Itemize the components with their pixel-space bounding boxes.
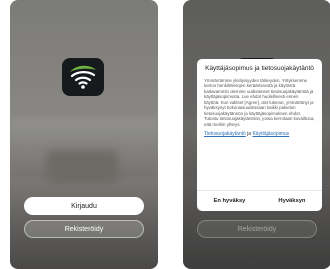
dialog-links: Tietosuojakäytäntö ja Käyttäjäsopimus (204, 131, 315, 137)
login-screen: Kirjaudu Rekisteröidy (10, 0, 158, 269)
wifi-icon (70, 65, 96, 89)
register-button: Rekisteröidy (197, 220, 317, 238)
privacy-policy-link[interactable]: Tietosuojakäytäntö (204, 131, 246, 137)
agreement-dialog: Käyttäjäsopimus ja tietosuojakäytäntö Ym… (197, 59, 322, 211)
dialog-actions: En hyväksy Hyväksyn (197, 190, 322, 211)
wifi-leaf-app-icon (62, 58, 104, 96)
user-agreement-link[interactable]: Käyttäjäsopimus (252, 131, 289, 137)
dialog-title: Käyttäjäsopimus ja tietosuojakäytäntö (205, 65, 314, 72)
agreement-screen: Rekisteröidy Käyttäjäsopimus ja tietosuo… (183, 0, 330, 269)
login-button[interactable]: Kirjaudu (24, 197, 144, 215)
decline-button[interactable]: En hyväksy (214, 198, 246, 204)
accept-button[interactable]: Hyväksyn (278, 198, 305, 204)
background-photo-detail (46, 150, 118, 184)
register-button[interactable]: Rekisteröidy (24, 220, 144, 238)
dialog-body: Ymmärrämme yksityisyyden tärkeyden. Yrit… (204, 77, 315, 127)
